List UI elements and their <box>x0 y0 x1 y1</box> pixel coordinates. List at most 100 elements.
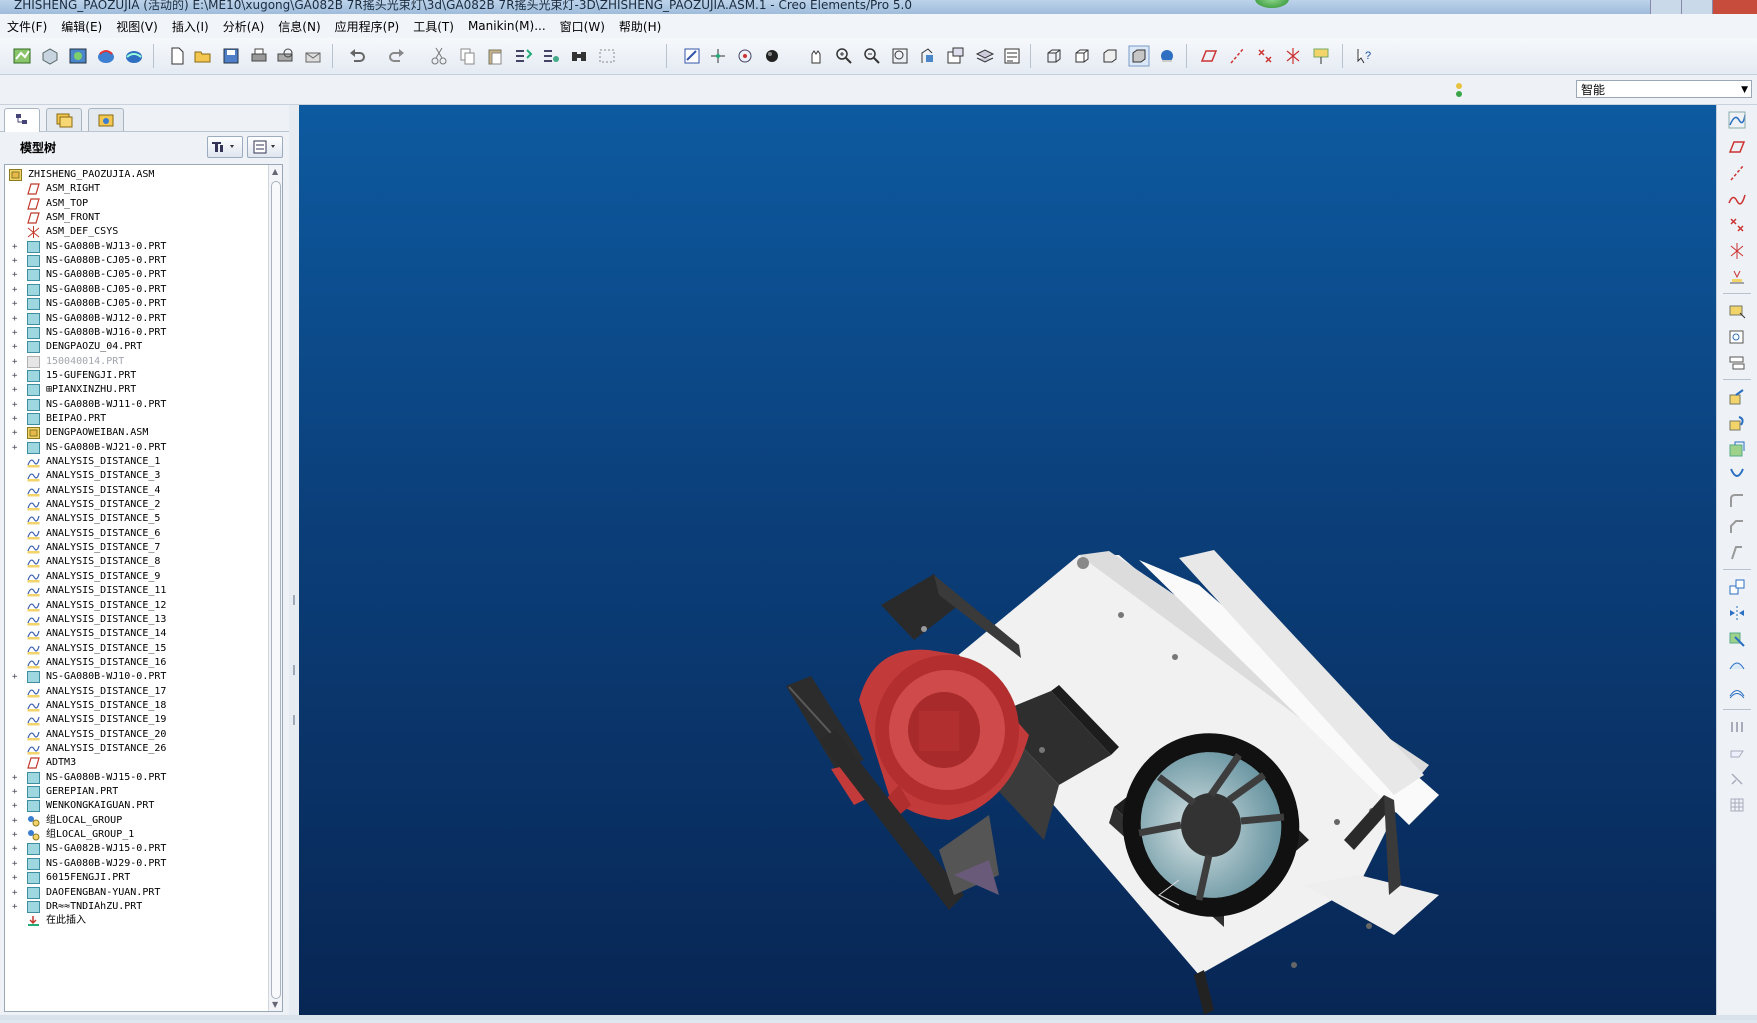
view-manager-icon[interactable] <box>1001 45 1023 67</box>
datum-curve-tool-icon[interactable] <box>1727 189 1747 209</box>
menu-file[interactable]: 文件(F) <box>0 18 54 35</box>
menu-manikin[interactable]: Manikin(M)... <box>461 19 553 33</box>
blend-tool-icon[interactable] <box>1727 465 1747 485</box>
menu-help[interactable]: 帮助(H) <box>612 18 668 35</box>
expand-icon[interactable]: + <box>12 414 20 423</box>
spin-center-icon[interactable] <box>707 45 729 67</box>
copy-icon[interactable] <box>456 45 478 67</box>
plug-icon[interactable] <box>39 45 61 67</box>
tree-scrollbar[interactable]: ▲ ▼ <box>268 165 282 1011</box>
scroll-up-icon[interactable]: ▲ <box>272 167 278 176</box>
hidden-line-icon[interactable] <box>1071 45 1093 67</box>
solidify-tool-icon[interactable] <box>1727 717 1747 737</box>
sweep-tool-icon[interactable] <box>1727 439 1747 459</box>
expand-icon[interactable]: + <box>12 831 20 840</box>
undo-icon[interactable] <box>346 45 368 67</box>
mirror-tool-icon[interactable] <box>1727 603 1747 623</box>
scrollbar-thumb[interactable] <box>271 181 281 999</box>
expand-icon[interactable]: + <box>12 300 20 309</box>
expand-icon[interactable]: + <box>12 257 20 266</box>
expand-icon[interactable]: + <box>12 343 20 352</box>
expand-icon[interactable]: + <box>12 788 20 797</box>
scroll-down-icon[interactable]: ▼ <box>272 1000 278 1009</box>
extrude-tool-icon[interactable] <box>1727 387 1747 407</box>
graphics-window[interactable] <box>299 105 1716 1015</box>
csys-display-icon[interactable] <box>1282 45 1304 67</box>
no-hidden-icon[interactable] <box>1099 45 1121 67</box>
regen-manager-icon[interactable] <box>540 45 562 67</box>
select-box-icon[interactable] <box>596 45 618 67</box>
zoom-in-icon[interactable] <box>833 45 855 67</box>
shading-icon[interactable] <box>1128 45 1150 67</box>
expand-icon[interactable]: + <box>12 314 20 323</box>
csys-tool-icon[interactable] <box>1727 241 1747 261</box>
expand-icon[interactable]: + <box>12 816 20 825</box>
sketch-tool-icon[interactable] <box>1727 110 1747 130</box>
tab-folder-browser[interactable] <box>46 108 82 131</box>
menu-applications[interactable]: 应用程序(P) <box>328 18 407 35</box>
datum-plane-display-icon[interactable] <box>1198 45 1220 67</box>
email-icon[interactable] <box>302 45 324 67</box>
project-tool-icon[interactable] <box>1727 769 1747 789</box>
round-tool-icon[interactable] <box>1727 491 1747 511</box>
tree-settings-button[interactable] <box>207 136 243 158</box>
datum-point-display-icon[interactable] <box>1254 45 1276 67</box>
cut-icon[interactable] <box>428 45 450 67</box>
component-package-icon[interactable] <box>1727 353 1747 373</box>
expand-icon[interactable]: + <box>12 443 20 452</box>
pan-icon[interactable] <box>805 45 827 67</box>
print-icon[interactable] <box>248 45 270 67</box>
wireframe-icon[interactable] <box>1043 45 1065 67</box>
merge-tool-icon[interactable] <box>1727 629 1747 649</box>
analysis-feature-icon[interactable] <box>1727 267 1747 287</box>
expand-icon[interactable]: + <box>12 386 20 395</box>
menu-insert[interactable]: 插入(I) <box>165 18 216 35</box>
datum-plane-tool-icon[interactable] <box>1727 137 1747 157</box>
close-button[interactable] <box>1712 0 1757 14</box>
zoom-out-icon[interactable] <box>861 45 883 67</box>
expand-icon[interactable]: + <box>12 429 20 438</box>
menu-window[interactable]: 窗口(W) <box>553 18 612 35</box>
menu-view[interactable]: 视图(V) <box>109 18 165 35</box>
orient-mode-icon[interactable] <box>734 45 756 67</box>
repaint-icon[interactable] <box>681 45 703 67</box>
expand-icon[interactable]: + <box>12 802 20 811</box>
expand-icon[interactable]: + <box>12 357 20 366</box>
panel-splitter[interactable] <box>289 105 299 1020</box>
reorient-icon[interactable] <box>916 45 938 67</box>
tree-item[interactable]: 在此插入 <box>5 913 267 929</box>
expand-icon[interactable]: + <box>12 773 20 782</box>
chamfer-tool-icon[interactable] <box>1727 517 1747 537</box>
refresh-globe-icon[interactable] <box>95 45 117 67</box>
model-player-icon[interactable] <box>11 45 33 67</box>
web-icon[interactable] <box>123 45 145 67</box>
tree-show-button[interactable] <box>247 136 283 158</box>
context-help-icon[interactable]: ? <box>1353 45 1375 67</box>
expand-icon[interactable]: + <box>12 271 20 280</box>
save-icon[interactable] <box>220 45 242 67</box>
refit-icon[interactable] <box>889 45 911 67</box>
trim-tool-icon[interactable] <box>1727 655 1747 675</box>
expand-icon[interactable]: + <box>12 902 20 911</box>
expand-icon[interactable]: + <box>12 242 20 251</box>
open-folder-icon[interactable] <box>192 45 214 67</box>
expand-icon[interactable]: + <box>12 371 20 380</box>
draft-tool-icon[interactable] <box>1727 543 1747 563</box>
component-place-icon[interactable] <box>1727 301 1747 321</box>
selection-filter-dropdown[interactable]: 智能 ▼ <box>1576 80 1752 98</box>
pattern-tool-icon[interactable] <box>1727 577 1747 597</box>
print-preview-icon[interactable] <box>274 45 296 67</box>
regenerate-icon[interactable] <box>512 45 534 67</box>
expand-icon[interactable]: + <box>12 859 20 868</box>
datum-axis-display-icon[interactable] <box>1226 45 1248 67</box>
grid-tool-icon[interactable] <box>1727 795 1747 815</box>
component-create-icon[interactable] <box>1727 327 1747 347</box>
expand-icon[interactable]: + <box>12 285 20 294</box>
expand-icon[interactable]: + <box>12 673 20 682</box>
tab-favorites[interactable] <box>88 108 124 131</box>
saved-views-icon[interactable] <box>945 45 967 67</box>
expand-icon[interactable]: + <box>12 874 20 883</box>
appearance-icon[interactable] <box>762 45 784 67</box>
maximize-button[interactable] <box>1681 0 1712 14</box>
revolve-tool-icon[interactable] <box>1727 413 1747 433</box>
